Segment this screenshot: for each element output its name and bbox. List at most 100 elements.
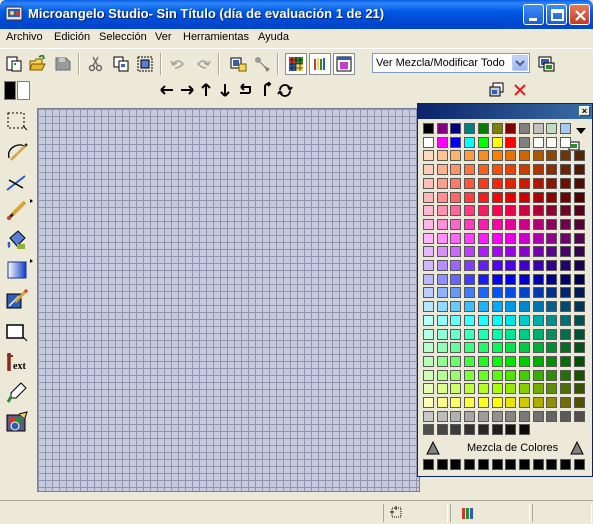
palette-color-swatch[interactable] <box>519 274 530 285</box>
palette-color-swatch[interactable] <box>492 356 503 367</box>
palette-color-swatch[interactable] <box>533 274 544 285</box>
palette-color-swatch[interactable] <box>560 329 571 340</box>
mix-swatch[interactable] <box>492 459 503 470</box>
palette-color-swatch[interactable] <box>519 123 530 134</box>
palette-color-swatch[interactable] <box>423 164 434 175</box>
shift-right-icon[interactable] <box>179 82 195 98</box>
palette-color-swatch[interactable] <box>505 137 516 148</box>
palette-color-swatch[interactable] <box>574 192 585 203</box>
palette-color-swatch[interactable] <box>560 219 571 230</box>
palette-color-swatch[interactable] <box>437 137 448 148</box>
palette-color-swatch[interactable] <box>574 246 585 257</box>
palette-color-swatch[interactable] <box>464 205 475 216</box>
palette-color-swatch[interactable] <box>423 424 434 435</box>
palette-color-swatch[interactable] <box>574 274 585 285</box>
palette-color-swatch[interactable] <box>533 192 544 203</box>
palette-color-swatch[interactable] <box>533 287 544 298</box>
palette-color-swatch[interactable] <box>450 137 461 148</box>
palette-color-swatch[interactable] <box>574 150 585 161</box>
palette-color-swatch[interactable] <box>492 274 503 285</box>
palette-color-swatch[interactable] <box>478 246 489 257</box>
lasso-icon[interactable] <box>4 139 30 165</box>
palette-color-swatch[interactable] <box>533 356 544 367</box>
palette-color-swatch[interactable] <box>464 274 475 285</box>
palette-color-swatch[interactable] <box>574 342 585 353</box>
palette-color-swatch[interactable] <box>560 150 571 161</box>
palette-color-swatch[interactable] <box>560 123 571 134</box>
palette-color-swatch[interactable] <box>450 150 461 161</box>
palette-color-swatch[interactable] <box>505 301 516 312</box>
palette-color-swatch[interactable] <box>464 219 475 230</box>
palette-color-swatch[interactable] <box>492 219 503 230</box>
palette-color-swatch[interactable] <box>546 178 557 189</box>
palette-color-swatch[interactable] <box>464 301 475 312</box>
eyedropper-icon[interactable] <box>251 53 273 75</box>
palette-color-swatch[interactable] <box>478 424 489 435</box>
palette-color-swatch[interactable] <box>505 233 516 244</box>
palette-color-swatch[interactable] <box>574 329 585 340</box>
palette-color-swatch[interactable] <box>464 356 475 367</box>
palette-color-swatch[interactable] <box>478 329 489 340</box>
mix-swatch[interactable] <box>560 459 571 470</box>
palette-color-swatch[interactable] <box>478 178 489 189</box>
palette-color-swatch[interactable] <box>450 301 461 312</box>
foreground-color-swatch[interactable] <box>4 81 16 100</box>
palette-color-swatch[interactable] <box>450 219 461 230</box>
palette-color-swatch[interactable] <box>519 370 530 381</box>
palette-color-swatch[interactable] <box>437 123 448 134</box>
palette-color-swatch[interactable] <box>533 233 544 244</box>
palette-color-swatch[interactable] <box>519 137 530 148</box>
palette-color-swatch[interactable] <box>546 219 557 230</box>
palette-color-swatch[interactable] <box>546 205 557 216</box>
palette-color-swatch[interactable] <box>437 150 448 161</box>
palette-color-swatch[interactable] <box>450 178 461 189</box>
palette-color-swatch[interactable] <box>478 192 489 203</box>
palette-color-swatch[interactable] <box>546 397 557 408</box>
palette-color-swatch[interactable] <box>437 219 448 230</box>
palette-color-swatch[interactable] <box>519 315 530 326</box>
menu-ayuda[interactable]: Ayuda <box>258 31 289 43</box>
palette-color-swatch[interactable] <box>519 301 530 312</box>
palette-color-swatch[interactable] <box>533 137 544 148</box>
palette-color-swatch[interactable] <box>505 192 516 203</box>
palette-color-swatch[interactable] <box>423 123 434 134</box>
palette-color-swatch[interactable] <box>505 205 516 216</box>
palette-color-swatch[interactable] <box>478 164 489 175</box>
palette-color-swatch[interactable] <box>437 178 448 189</box>
palette-color-swatch[interactable] <box>478 370 489 381</box>
delete-frame-icon[interactable] <box>512 82 528 98</box>
palette-color-swatch[interactable] <box>574 370 585 381</box>
palette-color-swatch[interactable] <box>519 260 530 271</box>
palette-color-swatch[interactable] <box>423 192 434 203</box>
palette-color-swatch[interactable] <box>423 397 434 408</box>
palette-color-swatch[interactable] <box>464 424 475 435</box>
palette-color-swatch[interactable] <box>519 342 530 353</box>
palette-color-swatch[interactable] <box>464 315 475 326</box>
shift-up-icon[interactable] <box>198 82 214 98</box>
palette-color-swatch[interactable] <box>519 164 530 175</box>
palette-color-swatch[interactable] <box>546 411 557 422</box>
palette-color-swatch[interactable] <box>492 246 503 257</box>
zoom-icon[interactable] <box>227 53 249 75</box>
close-button[interactable] <box>569 4 590 25</box>
palette-color-swatch[interactable] <box>492 370 503 381</box>
palette-color-swatch[interactable] <box>546 123 557 134</box>
mix-swatch[interactable] <box>574 459 585 470</box>
menu-ver[interactable]: Ver <box>155 31 172 43</box>
palette-color-swatch[interactable] <box>478 233 489 244</box>
palette-color-swatch[interactable] <box>492 178 503 189</box>
palette-color-swatch[interactable] <box>450 383 461 394</box>
palette-color-swatch[interactable] <box>437 164 448 175</box>
palette-color-swatch[interactable] <box>519 246 530 257</box>
shift-left-icon[interactable] <box>159 82 175 98</box>
palette-color-swatch[interactable] <box>533 260 544 271</box>
palette-color-swatch[interactable] <box>505 342 516 353</box>
display-icon[interactable] <box>535 53 557 75</box>
palette-color-swatch[interactable] <box>492 150 503 161</box>
palette-color-swatch[interactable] <box>464 411 475 422</box>
palette-color-swatch[interactable] <box>450 411 461 422</box>
palette-color-swatch[interactable] <box>546 246 557 257</box>
palette-color-swatch[interactable] <box>492 233 503 244</box>
grid-view-icon[interactable] <box>285 53 307 75</box>
palette-color-swatch[interactable] <box>423 205 434 216</box>
